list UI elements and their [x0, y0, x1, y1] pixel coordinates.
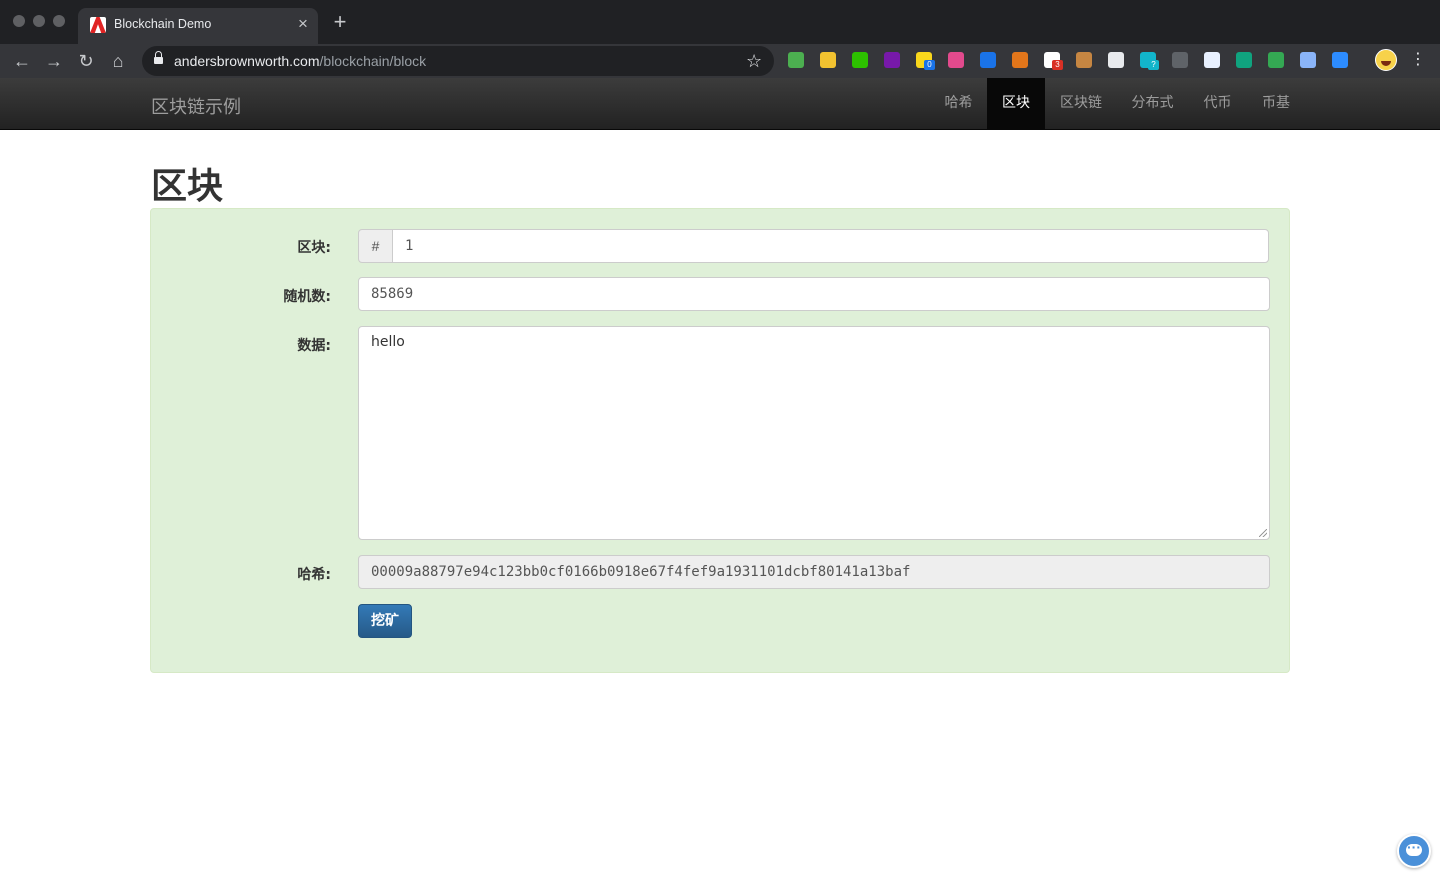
extension-badge: 0: [924, 60, 935, 70]
maximize-window-button[interactable]: [53, 15, 65, 27]
extension-onenote-icon[interactable]: [884, 52, 900, 68]
lock-icon[interactable]: [154, 51, 163, 66]
address-bar[interactable]: andersbrownworth.com/blockchain/block ☆: [142, 46, 774, 76]
browser-tabstrip: Blockchain Demo × +: [0, 0, 1440, 44]
forward-arrow-icon[interactable]: →: [42, 49, 66, 73]
extension-metamask-icon[interactable]: [1012, 52, 1028, 68]
data-textarea[interactable]: hello: [358, 326, 1270, 540]
extension-sticky-note-icon[interactable]: 0: [916, 52, 935, 70]
extension-pen-icon[interactable]: [1108, 52, 1124, 68]
extension-yellow-bird-icon[interactable]: [820, 52, 836, 68]
data-text: hello: [371, 334, 405, 350]
page-title: 区块: [151, 166, 224, 207]
nav-tokens[interactable]: 代币: [1189, 78, 1246, 129]
nav-hash[interactable]: 哈希: [930, 78, 987, 129]
mine-button[interactable]: 挖矿: [358, 604, 412, 638]
close-tab-icon[interactable]: ×: [294, 15, 312, 33]
nonce-label: 随机数:: [283, 289, 331, 305]
new-tab-icon[interactable]: +: [330, 11, 350, 33]
extension-code-icon[interactable]: [1204, 52, 1220, 68]
block-panel: 区块: # 1 随机数: 85869 数据: hello 哈希: 00009a8…: [150, 208, 1290, 673]
minimize-window-button[interactable]: [33, 15, 45, 27]
nav-block[interactable]: 区块: [987, 78, 1045, 129]
close-window-button[interactable]: [13, 15, 25, 27]
profile-avatar[interactable]: [1375, 49, 1397, 71]
extension-zoom-icon[interactable]: [1332, 52, 1348, 68]
data-label: 数据:: [297, 338, 331, 354]
extension-green-square-icon[interactable]: [1268, 52, 1284, 68]
tab-title: Blockchain Demo: [114, 17, 212, 31]
extension-terminal-icon[interactable]: 3: [1044, 52, 1063, 70]
extension-eye-icon[interactable]: [1172, 52, 1188, 68]
extension-badge: ?: [1148, 60, 1159, 70]
browser-tab[interactable]: Blockchain Demo ×: [78, 8, 318, 44]
site-brand[interactable]: 区块链示例: [151, 93, 241, 119]
extension-grid-icon[interactable]: [948, 52, 964, 68]
back-arrow-icon[interactable]: ←: [10, 49, 34, 73]
home-icon[interactable]: ⌂: [106, 49, 130, 73]
extension-badge: 3: [1052, 60, 1063, 70]
browser-toolbar: ← → ↻ ⌂ andersbrownworth.com/blockchain/…: [0, 44, 1440, 78]
extension-wechat-icon[interactable]: [852, 52, 868, 68]
resize-handle[interactable]: [1259, 529, 1267, 537]
extension-chatgpt-icon[interactable]: [1236, 52, 1252, 68]
adobe-icon: [90, 17, 106, 33]
reload-icon[interactable]: ↻: [74, 49, 98, 73]
extension-translate-icon[interactable]: [980, 52, 996, 68]
url-text[interactable]: andersbrownworth.com/blockchain/block: [174, 53, 426, 69]
nav-blockchain[interactable]: 区块链: [1046, 78, 1116, 129]
site-navbar: 区块链示例 哈希 区块 区块链 分布式 代币 币基: [0, 78, 1440, 130]
bookmark-star-icon[interactable]: ☆: [746, 50, 762, 72]
hash-label: 哈希:: [297, 567, 331, 583]
extension-search-q-icon[interactable]: ?: [1140, 52, 1159, 70]
nonce-input[interactable]: 85869: [358, 277, 1270, 311]
chat-bubble-icon[interactable]: [1397, 834, 1431, 868]
block-number-prefix: #: [358, 229, 393, 263]
nav-distributed[interactable]: 分布式: [1117, 78, 1188, 129]
hash-output: 00009a88797e94c123bb0cf0166b0918e67f4fef…: [358, 555, 1270, 589]
extension-messenger-icon[interactable]: [1300, 52, 1316, 68]
block-number-input[interactable]: 1: [392, 229, 1269, 263]
block-label: 区块:: [297, 240, 331, 256]
extension-google-drive-icon[interactable]: [788, 52, 804, 68]
extension-cookie-icon[interactable]: [1076, 52, 1092, 68]
nav-coinbase[interactable]: 币基: [1247, 78, 1305, 129]
more-menu-icon[interactable]: ⋮: [1410, 50, 1426, 70]
